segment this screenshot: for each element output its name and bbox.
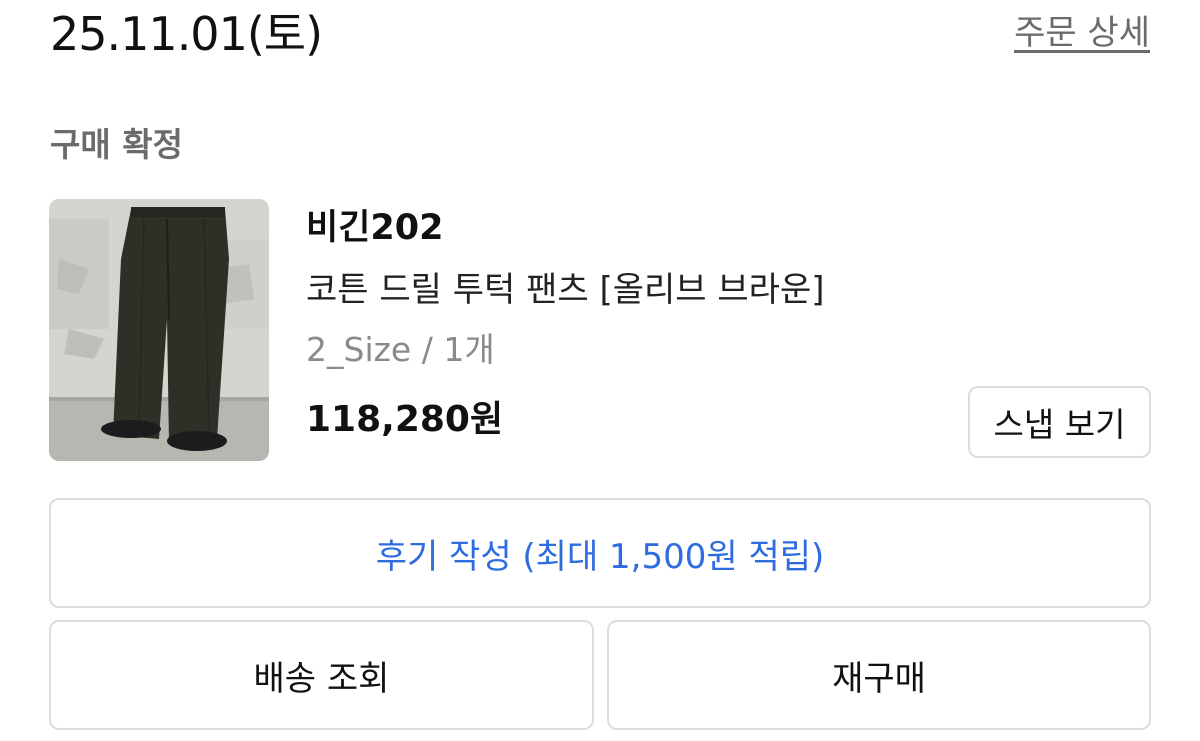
rebuy-button[interactable]: 재구매 — [607, 620, 1151, 730]
order-detail-link[interactable]: 주문 상세 — [1014, 10, 1150, 56]
track-delivery-button[interactable]: 배송 조회 — [49, 620, 594, 730]
snap-view-button[interactable]: 스냅 보기 — [968, 386, 1151, 458]
product-option: 2_Size / 1개 — [306, 330, 495, 369]
product-image[interactable] — [49, 199, 269, 461]
product-name[interactable]: 코튼 드릴 투턱 팬츠 [올리브 브라운] — [306, 266, 825, 314]
order-card: 25.11.01(토) 주문 상세 구매 확정 비긴202 코튼 드릴 투턱 팬 — [0, 0, 1200, 741]
order-date: 25.11.01(토) — [50, 7, 323, 61]
product-price: 118,280원 — [306, 399, 504, 440]
brand-name[interactable]: 비긴202 — [306, 204, 443, 252]
product-photo-wide-pants-icon — [49, 199, 269, 461]
order-status: 구매 확정 — [50, 125, 183, 164]
write-review-button[interactable]: 후기 작성 (최대 1,500원 적립) — [49, 498, 1151, 608]
